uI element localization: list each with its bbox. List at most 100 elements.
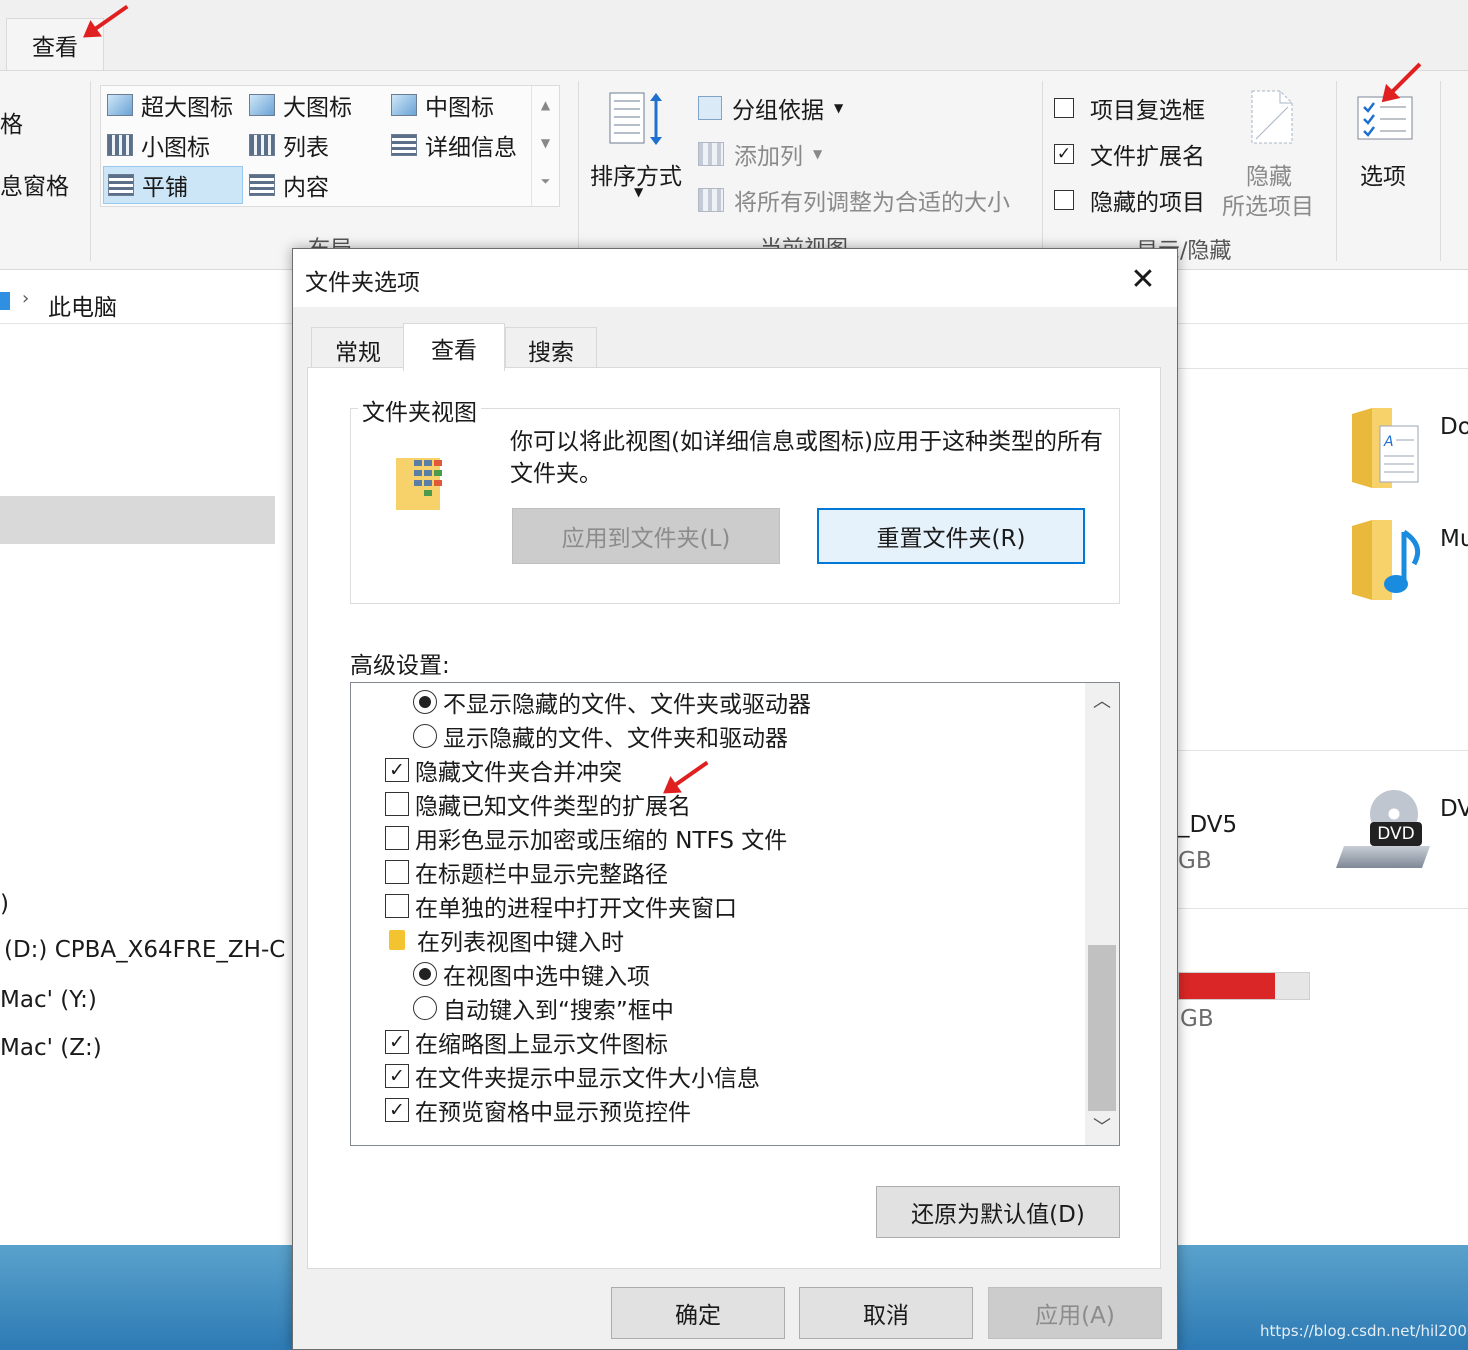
file-extensions-checkbox[interactable]: ✓ <box>1054 144 1074 164</box>
sort-icon[interactable] <box>606 89 666 149</box>
layout-details[interactable]: 详细信息 <box>391 126 517 164</box>
gallery-expand-icon[interactable]: ⏷ <box>532 162 559 200</box>
checkbox[interactable] <box>385 894 409 918</box>
hide-selected-label-2[interactable]: 所选项目 <box>1222 187 1314 221</box>
checkbox[interactable]: ✓ <box>385 1098 409 1122</box>
layout-medium-icons[interactable]: 中图标 <box>391 86 494 124</box>
drive-usage-fill <box>1179 973 1276 999</box>
layout-small-icons[interactable]: 小图标 <box>107 126 210 164</box>
tab-search[interactable]: 搜索 <box>505 327 597 371</box>
breadcrumb[interactable]: 此电脑 <box>48 288 117 322</box>
option-select-typed[interactable]: 在视图中选中键入项 <box>413 957 650 991</box>
folder-documents-label[interactable]: Do <box>1440 414 1468 440</box>
ribbon-separator <box>1042 81 1043 261</box>
layout-list[interactable]: 列表 <box>249 126 329 164</box>
reset-folders-button[interactable]: 重置文件夹(R) <box>817 508 1085 564</box>
dvd-drive-label[interactable]: DV <box>1440 796 1468 822</box>
documents-folder-icon[interactable]: A <box>1350 406 1422 490</box>
option-full-path-title[interactable]: 在标题栏中显示完整路径 <box>385 855 668 889</box>
option-hide-extensions[interactable]: 隐藏已知文件类型的扩展名 <box>385 787 691 821</box>
option-separate-process[interactable]: 在单独的进程中打开文件夹窗口 <box>385 889 737 923</box>
sort-dropdown-icon[interactable]: ▼ <box>634 185 643 199</box>
drive-name-label[interactable]: _DV5 <box>1178 812 1237 838</box>
apply-to-folders-button[interactable]: 应用到文件夹(L) <box>512 508 780 564</box>
layout-tiles[interactable]: 平铺 <box>103 166 243 204</box>
extra-large-icons-icon <box>107 94 133 116</box>
tab-general[interactable]: 常规 <box>311 327 405 371</box>
ribbon-partial-details-pane[interactable]: 息窗格 <box>0 167 69 201</box>
advanced-settings-list[interactable]: 不显示隐藏的文件、文件夹或驱动器 显示隐藏的文件、文件夹和驱动器 ✓ 隐藏文件夹合… <box>350 682 1120 1146</box>
option-folder-tip-size[interactable]: ✓ 在文件夹提示中显示文件大小信息 <box>385 1059 760 1093</box>
ok-button[interactable]: 确定 <box>611 1287 785 1339</box>
gallery-scroll[interactable]: ▲ ▼ ⏷ <box>531 86 559 206</box>
drive2-size-label: GB <box>1180 1006 1214 1032</box>
layout-large-icons[interactable]: 大图标 <box>249 86 352 124</box>
dialog-titlebar[interactable]: 文件夹选项 ✕ <box>293 249 1177 307</box>
dvd-badge: DVD <box>1370 822 1422 846</box>
layout-gallery: 超大图标 大图标 中图标 小图标 列表 详细信息 平铺 内容 ▲ ▼ ⏷ <box>100 85 560 207</box>
scroll-down-icon[interactable]: ﹀ <box>1085 1113 1119 1141</box>
group-by-button[interactable]: 分组依据 ▼ <box>698 91 843 125</box>
layout-content[interactable]: 内容 <box>249 166 329 204</box>
add-column-button[interactable]: 添加列 ▼ <box>698 137 822 171</box>
chevron-right-icon[interactable]: › <box>22 288 29 309</box>
folder-music-label[interactable]: Mu <box>1440 526 1468 552</box>
nav-item-y-drive[interactable]: Mac' (Y:) <box>0 987 97 1013</box>
option-dont-show-hidden[interactable]: 不显示隐藏的文件、文件夹或驱动器 <box>413 685 811 719</box>
restore-defaults-button[interactable]: 还原为默认值(D) <box>876 1186 1120 1238</box>
radio-button[interactable] <box>413 690 437 714</box>
checkbox[interactable]: ✓ <box>385 1064 409 1088</box>
hide-selected-label-1[interactable]: 隐藏 <box>1246 157 1292 191</box>
radio-button[interactable] <box>413 962 437 986</box>
folder-icon <box>389 930 405 950</box>
chevron-down-icon[interactable]: ▼ <box>532 124 559 162</box>
music-folder-icon[interactable] <box>1350 518 1424 604</box>
radio-button[interactable] <box>413 996 437 1020</box>
tab-view[interactable]: 查看 <box>403 323 505 371</box>
option-color-ntfs[interactable]: 用彩色显示加密或压缩的 NTFS 文件 <box>385 821 787 855</box>
checkbox[interactable] <box>385 860 409 884</box>
svg-text:A: A <box>1383 434 1394 450</box>
chevron-up-icon[interactable]: ▲ <box>532 86 559 124</box>
drive-usage-bar <box>1178 972 1310 1000</box>
close-icon[interactable]: ✕ <box>1125 261 1161 297</box>
cancel-button[interactable]: 取消 <box>799 1287 973 1339</box>
checkbox[interactable]: ✓ <box>385 758 409 782</box>
layout-extra-large-icons[interactable]: 超大图标 <box>107 86 233 124</box>
fit-columns-button[interactable]: 将所有列调整为合适的大小 <box>698 183 1010 217</box>
options-button[interactable]: 选项 <box>1360 157 1406 191</box>
apply-button[interactable]: 应用(A) <box>988 1287 1162 1339</box>
ribbon-partial-pane-label: 格 <box>0 112 23 138</box>
option-hide-merge-conflicts[interactable]: ✓ 隐藏文件夹合并冲突 <box>385 753 622 787</box>
option-thumbnail-icons[interactable]: ✓ 在缩略图上显示文件图标 <box>385 1025 668 1059</box>
large-icons-icon <box>249 94 275 116</box>
hidden-items-toggle[interactable]: 隐藏的项目 <box>1054 183 1205 217</box>
nav-item-z-drive[interactable]: Mac' (Z:) <box>0 1035 102 1061</box>
nav-item[interactable]: ) <box>0 891 9 917</box>
ribbon-tab-strip: 查看 <box>0 0 1468 70</box>
file-extensions-toggle[interactable]: ✓ 文件扩展名 <box>1054 137 1205 171</box>
dialog-title: 文件夹选项 <box>305 270 420 296</box>
hidden-items-checkbox[interactable] <box>1054 190 1074 210</box>
item-checkboxes-toggle[interactable]: 项目复选框 <box>1054 91 1205 125</box>
ribbon-separator <box>1336 81 1337 261</box>
scroll-thumb[interactable] <box>1088 945 1116 1111</box>
nav-selected-item[interactable] <box>0 496 275 544</box>
list-icon <box>249 134 275 156</box>
option-show-hidden[interactable]: 显示隐藏的文件、文件夹和驱动器 <box>413 719 788 753</box>
option-type-into-search[interactable]: 自动键入到“搜索”框中 <box>413 991 674 1025</box>
scrollbar[interactable]: ︿ ﹀ <box>1085 683 1119 1145</box>
checkbox[interactable] <box>385 792 409 816</box>
section-divider <box>1178 908 1468 909</box>
chevron-down-icon: ▼ <box>834 101 844 115</box>
checkbox[interactable] <box>385 826 409 850</box>
checkbox[interactable]: ✓ <box>385 1030 409 1054</box>
small-icons-icon <box>107 134 133 156</box>
scroll-up-icon[interactable]: ︿ <box>1085 687 1119 715</box>
drive-body <box>1335 846 1431 868</box>
item-checkboxes-checkbox[interactable] <box>1054 98 1074 118</box>
nav-item-dvd-drive[interactable]: (D:) CPBA_X64FRE_ZH-C <box>4 937 285 963</box>
dvd-drive-icon[interactable]: DVD <box>1335 790 1431 870</box>
option-preview-handlers[interactable]: ✓ 在预览窗格中显示预览控件 <box>385 1093 691 1127</box>
radio-button[interactable] <box>413 724 437 748</box>
